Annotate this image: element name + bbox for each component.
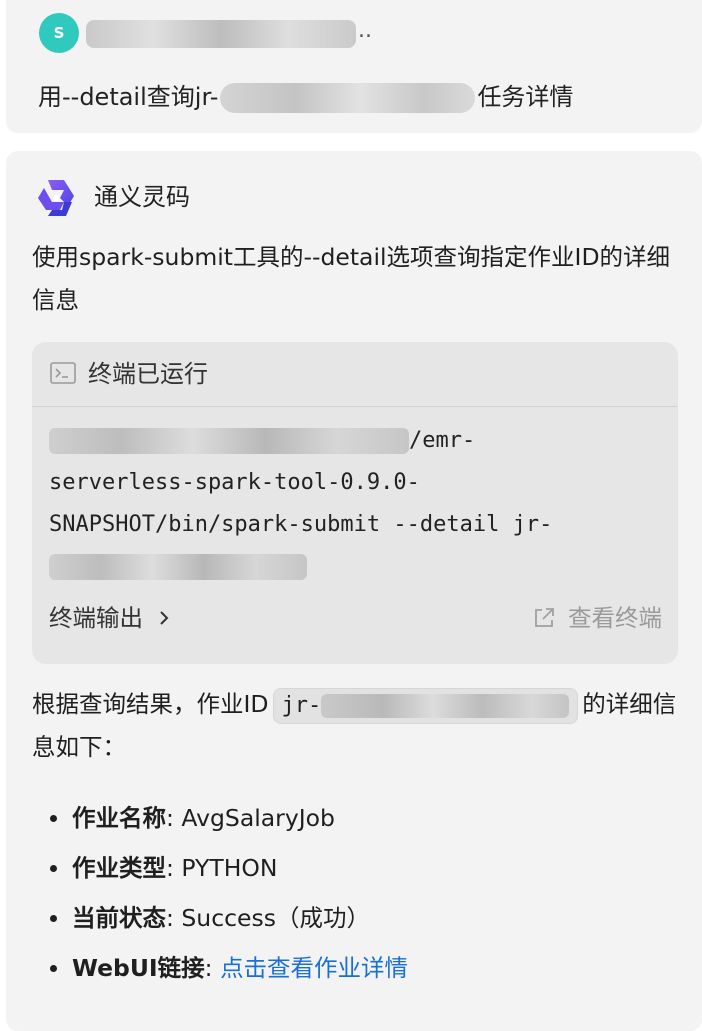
redacted-job-id [49, 554, 307, 580]
list-item: WebUI链接: 点击查看作业详情 [32, 943, 682, 993]
command-line-4 [49, 546, 674, 588]
detail-value: AvgSalaryJob [181, 804, 335, 832]
user-message-card: S .. 用--detail查询jr- 任务详情 [6, 0, 702, 133]
command-line-2: serverless-spark-tool-0.9.0- [49, 470, 420, 495]
result-prefix: 根据查询结果，作业ID [32, 690, 269, 718]
terminal-title: 终端已运行 [88, 360, 208, 388]
detail-key: 作业类型 [72, 854, 166, 882]
command-line-3: SNAPSHOT/bin/spark-submit --detail jr- [49, 512, 553, 537]
result-summary: 根据查询结果，作业ID jr- 的详细信息如下： [32, 683, 682, 769]
username-ellipsis: .. [358, 18, 372, 43]
detail-key: 当前状态 [72, 904, 166, 932]
list-item: 作业名称: AvgSalaryJob [32, 793, 682, 843]
terminal-output-label: 终端输出 [49, 604, 143, 632]
user-message-prefix: 用--detail查询jr- [38, 83, 219, 111]
user-avatar: S [39, 13, 79, 53]
redacted-job-id [321, 693, 570, 718]
detail-sep: : [204, 954, 221, 982]
detail-value: PYTHON [181, 854, 278, 882]
terminal-icon [50, 362, 76, 384]
job-id-prefix: jr- [281, 692, 322, 718]
detail-sep: : [166, 854, 182, 882]
terminal-block: 终端已运行 /emr- serverless-spark-tool-0.9.0-… [32, 342, 678, 664]
terminal-header: 终端已运行 [32, 342, 678, 407]
detail-sep: : [166, 904, 182, 932]
job-details-list: 作业名称: AvgSalaryJob 作业类型: PYTHON 当前状态: Su… [32, 793, 682, 993]
terminal-command: /emr- serverless-spark-tool-0.9.0- SNAPS… [49, 420, 674, 588]
terminal-output-toggle[interactable]: 终端输出 [49, 600, 171, 636]
external-link-icon [535, 608, 554, 627]
detail-key: WebUI链接 [72, 954, 205, 982]
chevron-right-icon [160, 611, 169, 625]
tongyi-lingma-logo-icon [38, 180, 74, 216]
assistant-message-card: 通义灵码 使用spark-submit工具的--detail选项查询指定作业ID… [6, 151, 702, 1031]
redacted-job-id [220, 83, 476, 113]
list-item: 当前状态: Success（成功） [32, 893, 682, 943]
webui-link[interactable]: 点击查看作业详情 [220, 954, 408, 982]
detail-key: 作业名称 [72, 804, 166, 832]
user-message-text: 用--detail查询jr- 任务详情 [38, 80, 573, 114]
list-item: 作业类型: PYTHON [32, 843, 682, 893]
redacted-username [86, 20, 356, 48]
assistant-intro: 使用spark-submit工具的--detail选项查询指定作业ID的详细信息 [32, 243, 671, 314]
detail-value: Success（成功） [181, 904, 370, 932]
view-terminal-label: 查看终端 [568, 604, 662, 632]
view-terminal-button[interactable]: 查看终端 [532, 600, 662, 636]
assistant-name: 通义灵码 [94, 183, 190, 211]
redacted-path [49, 428, 409, 454]
detail-sep: : [166, 804, 182, 832]
command-line-1-text: /emr- [409, 428, 476, 453]
user-message-suffix: 任务详情 [477, 83, 574, 111]
job-id-code: jr- [272, 687, 579, 724]
command-line-1: /emr- [49, 420, 674, 462]
